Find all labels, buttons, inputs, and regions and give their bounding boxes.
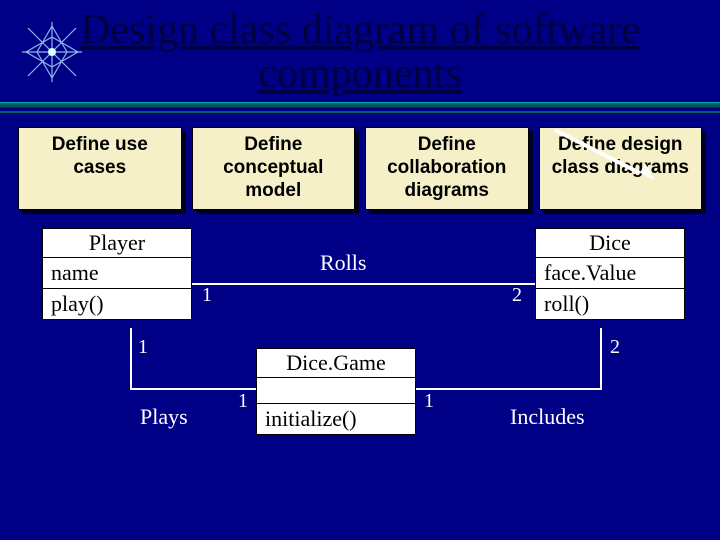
mult-rolls-player: 1 — [202, 284, 212, 307]
slide-title-line1: Design class diagram of software — [0, 8, 720, 52]
mult-plays-game: 1 — [238, 390, 248, 413]
class-operation: roll() — [536, 289, 684, 319]
process-box-collaboration: Define collaboration diagrams — [365, 127, 529, 209]
mult-plays-player: 1 — [138, 336, 148, 359]
class-dice: Dice face.Value roll() — [535, 228, 685, 320]
assoc-label-plays: Plays — [140, 404, 188, 430]
divider-thick — [0, 102, 720, 108]
assoc-line-rolls — [192, 283, 535, 285]
class-attribute: name — [43, 258, 191, 289]
process-box-use-cases: Define use cases — [18, 127, 182, 209]
title-block: Design class diagram of software compone… — [0, 0, 720, 96]
class-name: Player — [43, 229, 191, 258]
class-operation: initialize() — [257, 404, 415, 434]
class-operation: play() — [43, 289, 191, 319]
assoc-label-includes: Includes — [510, 404, 585, 430]
mult-includes-game: 1 — [424, 390, 434, 413]
class-name: Dice — [536, 229, 684, 258]
slide-title-line2: components — [0, 52, 720, 96]
process-box-conceptual: Define conceptual model — [192, 127, 356, 209]
assoc-line-includes — [600, 328, 602, 388]
arrow-icon — [545, 125, 665, 190]
assoc-label-rolls: Rolls — [320, 250, 366, 276]
assoc-line-includes — [416, 388, 602, 390]
mult-includes-dice: 2 — [610, 336, 620, 359]
mult-rolls-dice: 2 — [512, 284, 522, 307]
starburst-icon — [22, 22, 82, 82]
class-attribute-empty — [257, 378, 415, 404]
class-dicegame: Dice.Game initialize() — [256, 348, 416, 435]
class-attribute: face.Value — [536, 258, 684, 289]
class-player: Player name play() — [42, 228, 192, 320]
assoc-line-plays — [130, 328, 132, 388]
class-name: Dice.Game — [257, 349, 415, 378]
uml-area: Player name play() Dice face.Value roll(… — [0, 228, 720, 528]
